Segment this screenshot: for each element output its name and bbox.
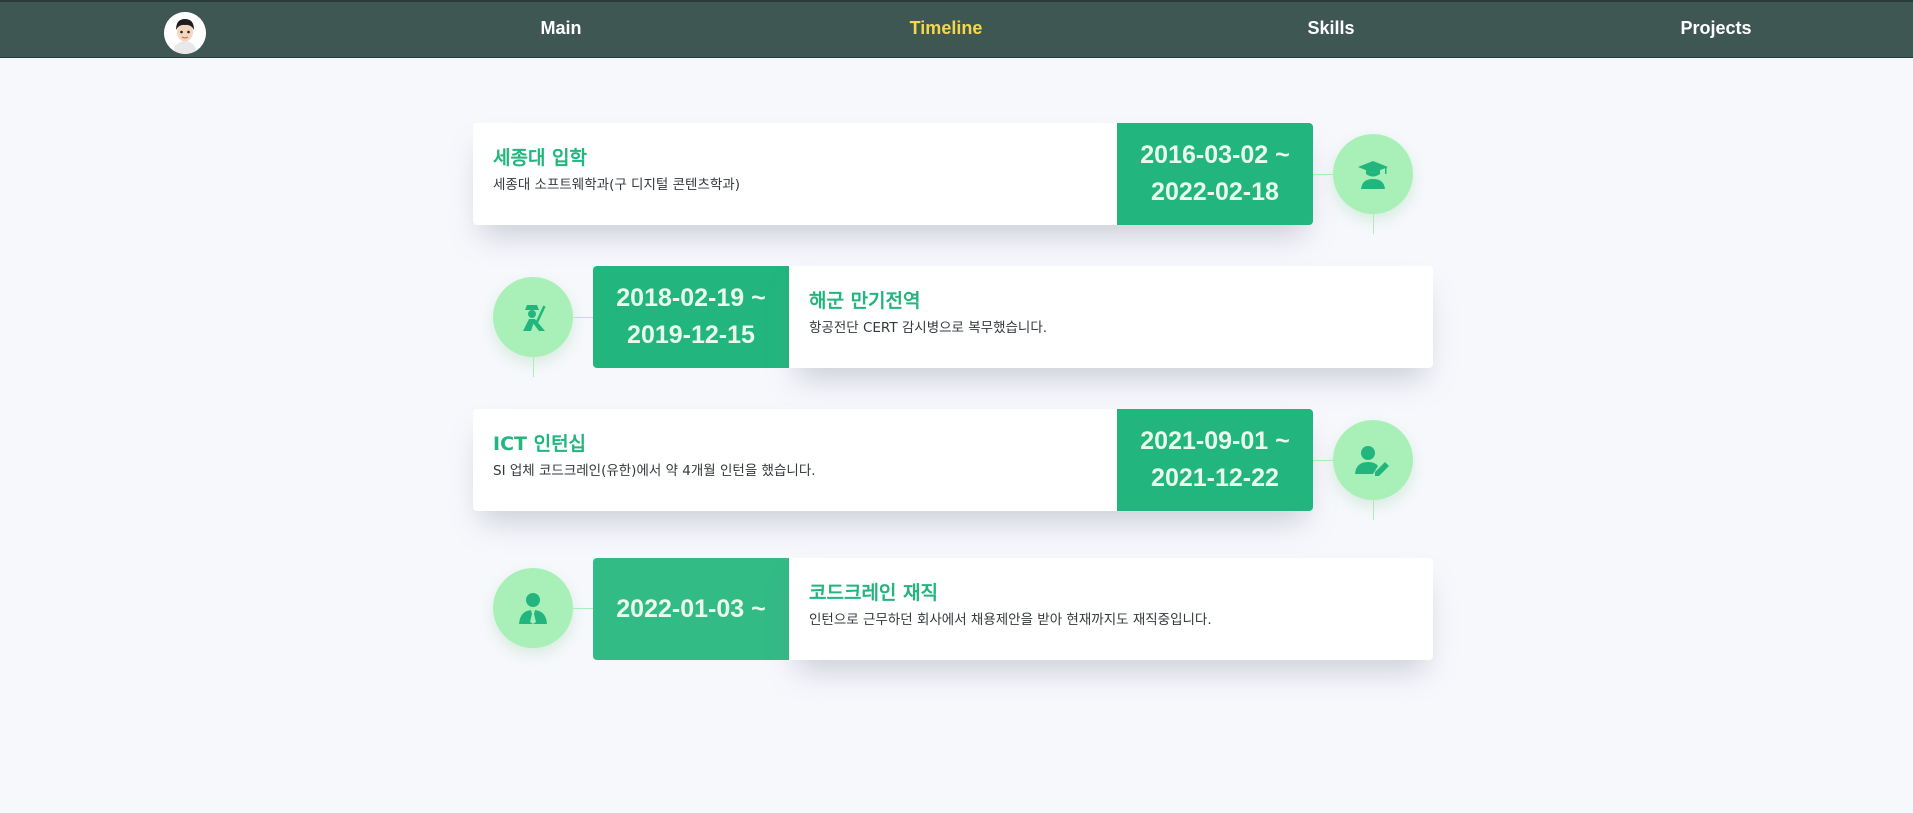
date-start: 2016-03-02 ~ [1140, 141, 1290, 169]
nav-timeline[interactable]: Timeline [876, 18, 1016, 39]
timeline-date: 2018-02-19 ~ 2019-12-15 [593, 266, 789, 368]
date-end: 2019-12-15 [627, 321, 755, 349]
graduate-icon [1333, 134, 1413, 214]
date-end: 2021-12-22 [1151, 464, 1279, 492]
timeline-title: 해군 만기전역 [809, 290, 921, 312]
date-end: 2022-02-18 [1151, 178, 1279, 206]
timeline-desc: 항공전단 CERT 감시병으로 복무했습니다. [809, 320, 1048, 336]
user-edit-icon [1333, 420, 1413, 500]
profile-avatar[interactable] [164, 12, 206, 54]
nav-skills[interactable]: Skills [1261, 18, 1401, 39]
timeline-title: 코드크레인 재직 [809, 582, 938, 604]
nav-projects[interactable]: Projects [1646, 18, 1786, 39]
nav-main[interactable]: Main [491, 18, 631, 39]
timeline-card: 해군 만기전역 항공전단 CERT 감시병으로 복무했습니다. [789, 266, 1433, 368]
date-start: 2021-09-01 ~ [1140, 427, 1290, 455]
date-start: 2022-01-03 ~ [616, 594, 766, 623]
timeline-desc: 인턴으로 근무하던 회사에서 채용제안을 받아 현재까지도 재직중입니다. [809, 612, 1212, 628]
navbar: Main Timeline Skills Projects [0, 0, 1913, 58]
timeline-desc: SI 업체 코드크레인(유한)에서 약 4개월 인턴을 했습니다. [493, 463, 816, 479]
timeline-title: ICT 인턴십 [493, 433, 587, 455]
businessman-icon [493, 568, 573, 648]
timeline-desc: 세종대 소프트웨학과(구 디지털 콘텐츠학과) [493, 177, 740, 193]
timeline-date: 2022-01-03 ~ [593, 558, 789, 660]
soldier-icon [493, 277, 573, 357]
timeline-date: 2016-03-02 ~ 2022-02-18 [1117, 123, 1313, 225]
date-start: 2018-02-19 ~ [616, 284, 766, 312]
timeline-title: 세종대 입학 [493, 147, 588, 169]
timeline-card: 코드크레인 재직 인턴으로 근무하던 회사에서 채용제안을 받아 현재까지도 재… [789, 558, 1433, 660]
timeline-date: 2021-09-01 ~ 2021-12-22 [1117, 409, 1313, 511]
